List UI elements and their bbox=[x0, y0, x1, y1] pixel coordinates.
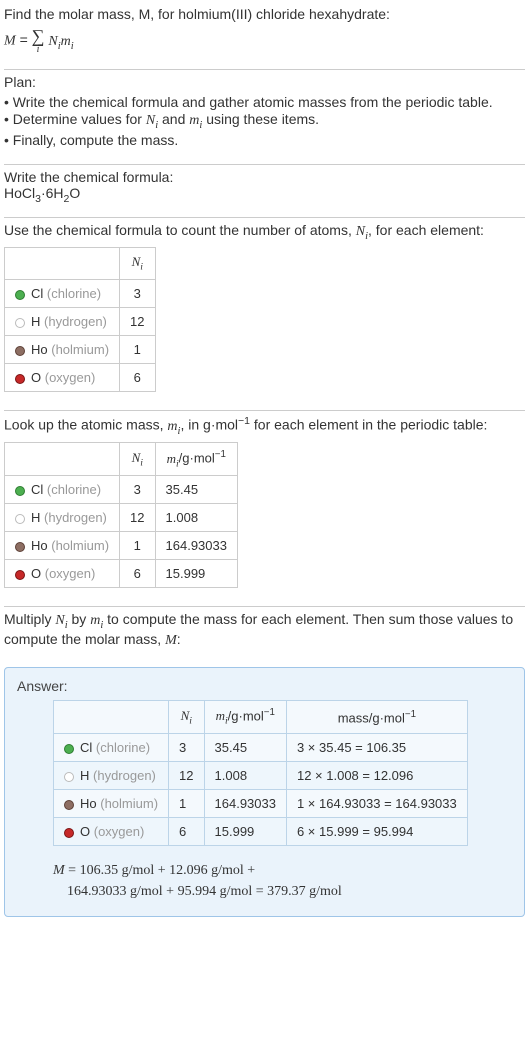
mi-cell: 164.93033 bbox=[204, 790, 286, 818]
table-row: O (oxygen) 6 15.999 6 × 15.999 = 95.994 bbox=[54, 818, 468, 846]
table-header-row: Ni bbox=[5, 248, 156, 280]
element-dot-icon bbox=[15, 290, 25, 300]
mi-cell: 1.008 bbox=[204, 762, 286, 790]
table-row: Cl (chlorine) 3 35.45 3 × 35.45 = 106.35 bbox=[54, 734, 468, 762]
table-header-row: Ni mi/g·mol−1 bbox=[5, 443, 238, 476]
element-cell: H (hydrogen) bbox=[54, 762, 169, 790]
ni-cell: 6 bbox=[120, 560, 155, 588]
atomic-mass-table: Ni mi/g·mol−1 Cl (chlorine) 3 35.45 H (h… bbox=[4, 442, 238, 588]
atom-count-table: Ni Cl (chlorine) 3 H (hydrogen) 12 Ho (h… bbox=[4, 247, 156, 392]
element-cell: H (hydrogen) bbox=[5, 307, 120, 335]
element-cell: O (oxygen) bbox=[54, 818, 169, 846]
formula-lhs: M bbox=[4, 34, 16, 49]
ni-cell: 3 bbox=[120, 279, 155, 307]
write-formula-section: Write the chemical formula: HoCl3·6H2O bbox=[0, 165, 529, 217]
lookup-mass-section: Look up the atomic mass, mi, in g·mol−1 … bbox=[0, 411, 529, 606]
ni-cell: 1 bbox=[120, 335, 155, 363]
mass-cell: 6 × 15.999 = 95.994 bbox=[286, 818, 467, 846]
answer-box: Answer: Ni mi/g·mol−1 mass/g·mol−1 Cl (c… bbox=[4, 667, 525, 917]
title-line: Find the molar mass, M, for holmium(III)… bbox=[4, 4, 525, 25]
answer-label: Answer: bbox=[17, 678, 512, 694]
chemical-formula: HoCl3·6H2O bbox=[4, 185, 525, 205]
multiply-text: Multiply Ni by mi to compute the mass fo… bbox=[4, 611, 525, 649]
ni-cell: 6 bbox=[120, 363, 155, 391]
table-header-empty bbox=[5, 443, 120, 476]
ni-cell: 12 bbox=[169, 762, 204, 790]
mi-cell: 15.999 bbox=[204, 818, 286, 846]
mi-cell: 35.45 bbox=[155, 476, 237, 504]
element-cell: O (oxygen) bbox=[5, 560, 120, 588]
count-atoms-section: Use the chemical formula to count the nu… bbox=[0, 218, 529, 410]
table-header-row: Ni mi/g·mol−1 mass/g·mol−1 bbox=[54, 701, 468, 734]
plan-list: • Write the chemical formula and gather … bbox=[4, 94, 525, 148]
table-header-empty bbox=[5, 248, 120, 280]
table-row: O (oxygen) 6 bbox=[5, 363, 156, 391]
element-dot-icon bbox=[15, 374, 25, 384]
element-dot-icon bbox=[64, 828, 74, 838]
plan-section: Plan: • Write the chemical formula and g… bbox=[0, 70, 529, 164]
element-cell: Ho (holmium) bbox=[5, 532, 120, 560]
write-formula-label: Write the chemical formula: bbox=[4, 169, 525, 185]
table-row: Ho (holmium) 1 bbox=[5, 335, 156, 363]
table-row: Ho (holmium) 1 164.93033 1 × 164.93033 =… bbox=[54, 790, 468, 818]
table-row: Cl (chlorine) 3 bbox=[5, 279, 156, 307]
mi-cell: 164.93033 bbox=[155, 532, 237, 560]
element-dot-icon bbox=[64, 800, 74, 810]
table-row: O (oxygen) 6 15.999 bbox=[5, 560, 238, 588]
ni-cell: 6 bbox=[169, 818, 204, 846]
plan-heading: Plan: bbox=[4, 74, 525, 90]
multiply-section: Multiply Ni by mi to compute the mass fo… bbox=[0, 607, 529, 661]
table-row: H (hydrogen) 12 1.008 12 × 1.008 = 12.09… bbox=[54, 762, 468, 790]
element-cell: O (oxygen) bbox=[5, 363, 120, 391]
table-row: Ho (holmium) 1 164.93033 bbox=[5, 532, 238, 560]
plan-item: • Write the chemical formula and gather … bbox=[4, 94, 525, 110]
element-dot-icon bbox=[64, 744, 74, 754]
table-header-mi: mi/g·mol−1 bbox=[204, 701, 286, 734]
mass-cell: 1 × 164.93033 = 164.93033 bbox=[286, 790, 467, 818]
table-header-mass: mass/g·mol−1 bbox=[286, 701, 467, 734]
element-cell: Cl (chlorine) bbox=[5, 279, 120, 307]
element-cell: H (hydrogen) bbox=[5, 504, 120, 532]
ni-cell: 1 bbox=[120, 532, 155, 560]
ni-cell: 1 bbox=[169, 790, 204, 818]
mi-cell: 15.999 bbox=[155, 560, 237, 588]
ni-cell: 3 bbox=[120, 476, 155, 504]
element-dot-icon bbox=[64, 772, 74, 782]
mi-cell: 35.45 bbox=[204, 734, 286, 762]
answer-final: M = M = 106.35 g/mol + 12.096 g/mol +106… bbox=[53, 860, 512, 902]
molar-mass-formula: M = ∑ i Nimi bbox=[4, 27, 525, 55]
ni-cell: 12 bbox=[120, 504, 155, 532]
answer-table: Ni mi/g·mol−1 mass/g·mol−1 Cl (chlorine)… bbox=[53, 700, 468, 846]
mi-cell: 1.008 bbox=[155, 504, 237, 532]
summation-icon: ∑ i bbox=[32, 27, 45, 55]
mass-cell: 12 × 1.008 = 12.096 bbox=[286, 762, 467, 790]
element-cell: Cl (chlorine) bbox=[54, 734, 169, 762]
title-text: Find the molar mass, M, for holmium(III)… bbox=[4, 6, 390, 22]
element-cell: Cl (chlorine) bbox=[5, 476, 120, 504]
plan-item: • Determine values for Ni and mi using t… bbox=[4, 111, 525, 131]
element-cell: Ho (holmium) bbox=[54, 790, 169, 818]
plan-item: • Finally, compute the mass. bbox=[4, 132, 525, 148]
table-header-ni: Ni bbox=[169, 701, 204, 734]
element-cell: Ho (holmium) bbox=[5, 335, 120, 363]
element-dot-icon bbox=[15, 514, 25, 524]
ni-cell: 12 bbox=[120, 307, 155, 335]
mass-cell: 3 × 35.45 = 106.35 bbox=[286, 734, 467, 762]
lookup-mass-text: Look up the atomic mass, mi, in g·mol−1 … bbox=[4, 415, 525, 436]
ni-cell: 3 bbox=[169, 734, 204, 762]
element-dot-icon bbox=[15, 318, 25, 328]
element-dot-icon bbox=[15, 542, 25, 552]
table-header-mi: mi/g·mol−1 bbox=[155, 443, 237, 476]
count-atoms-text: Use the chemical formula to count the nu… bbox=[4, 222, 525, 242]
table-row: H (hydrogen) 12 1.008 bbox=[5, 504, 238, 532]
table-header-empty bbox=[54, 701, 169, 734]
table-row: H (hydrogen) 12 bbox=[5, 307, 156, 335]
element-dot-icon bbox=[15, 346, 25, 356]
table-row: Cl (chlorine) 3 35.45 bbox=[5, 476, 238, 504]
intro-section: Find the molar mass, M, for holmium(III)… bbox=[0, 0, 529, 69]
table-header-ni: Ni bbox=[120, 443, 155, 476]
element-dot-icon bbox=[15, 486, 25, 496]
table-header-ni: Ni bbox=[120, 248, 155, 280]
element-dot-icon bbox=[15, 570, 25, 580]
